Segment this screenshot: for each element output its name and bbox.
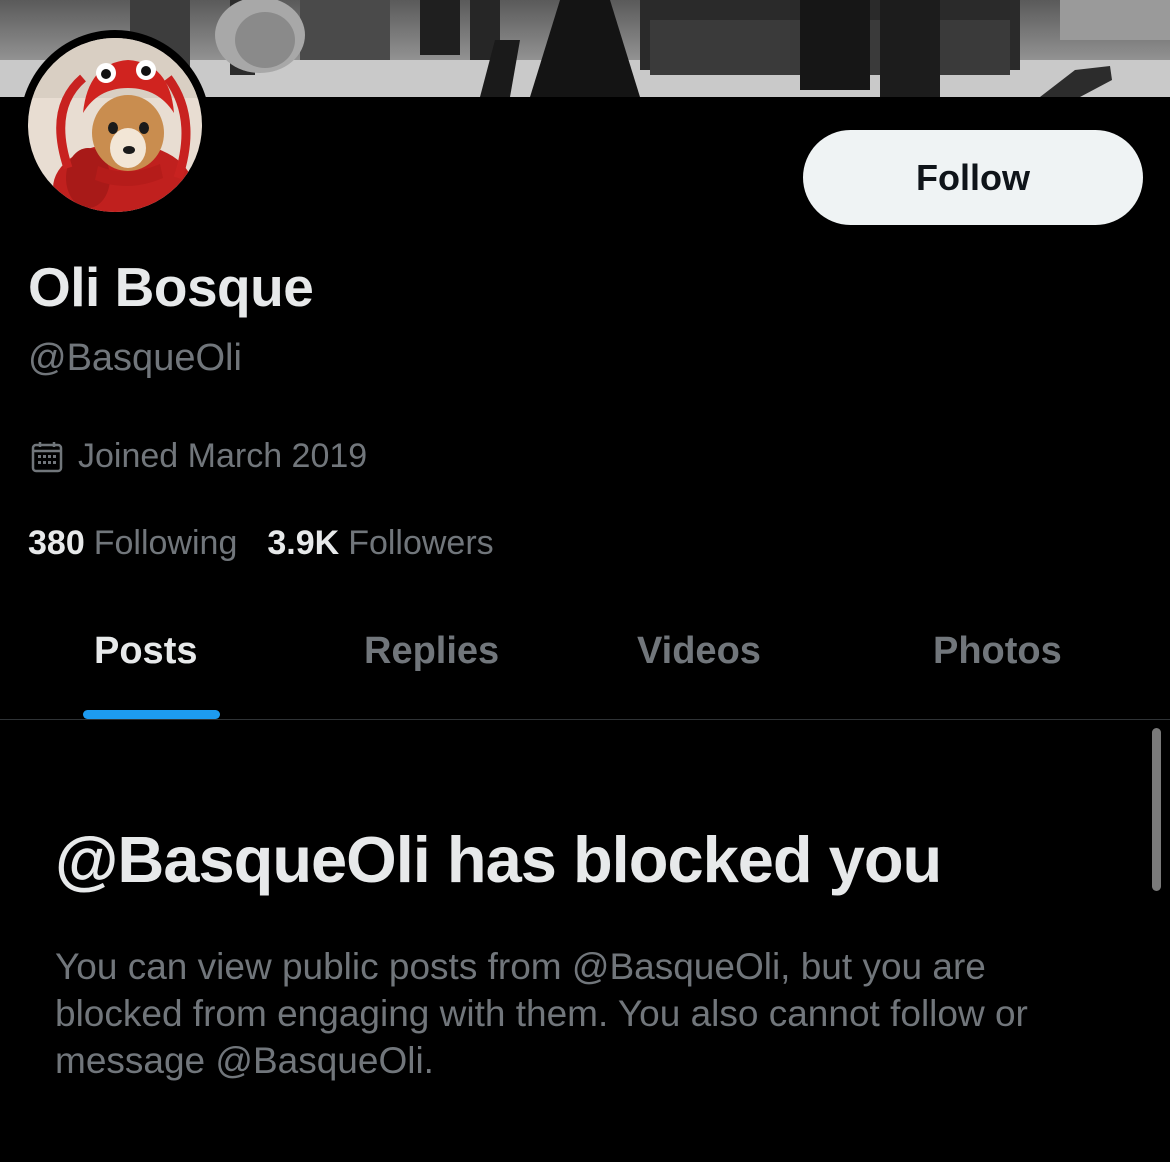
tab-posts[interactable]: Posts <box>94 630 197 673</box>
followers-label: Followers <box>348 524 494 562</box>
scrollbar[interactable] <box>1152 728 1161 891</box>
blocked-title: @BasqueOli has blocked you <box>55 823 942 896</box>
following-count: 380 <box>28 524 85 562</box>
followers-link[interactable]: 3.9K Followers <box>267 524 493 563</box>
following-link[interactable]: 380 Following <box>28 524 237 563</box>
follow-button[interactable]: Follow <box>803 130 1143 225</box>
profile-tabs: Posts Replies Videos Photos <box>0 600 1170 720</box>
username-handle: @BasqueOli <box>28 337 242 379</box>
joined-date-text: Joined March 2019 <box>78 437 368 475</box>
blocked-description: You can view public posts from @BasqueOl… <box>55 946 1028 1081</box>
tab-photos[interactable]: Photos <box>933 630 1062 673</box>
joined-date-row: Joined March 2019 <box>30 437 367 476</box>
follow-stats: 380 Following 3.9K Followers <box>28 524 494 563</box>
followers-count: 3.9K <box>267 524 340 562</box>
following-label: Following <box>93 524 238 562</box>
tab-videos[interactable]: Videos <box>637 630 761 673</box>
avatar-dog-lobster-costume-image <box>28 38 202 212</box>
avatar[interactable] <box>20 30 210 220</box>
calendar-icon <box>31 441 63 472</box>
tab-replies[interactable]: Replies <box>364 630 499 673</box>
display-name: Oli Bosque <box>28 256 314 318</box>
active-tab-indicator <box>83 710 220 719</box>
